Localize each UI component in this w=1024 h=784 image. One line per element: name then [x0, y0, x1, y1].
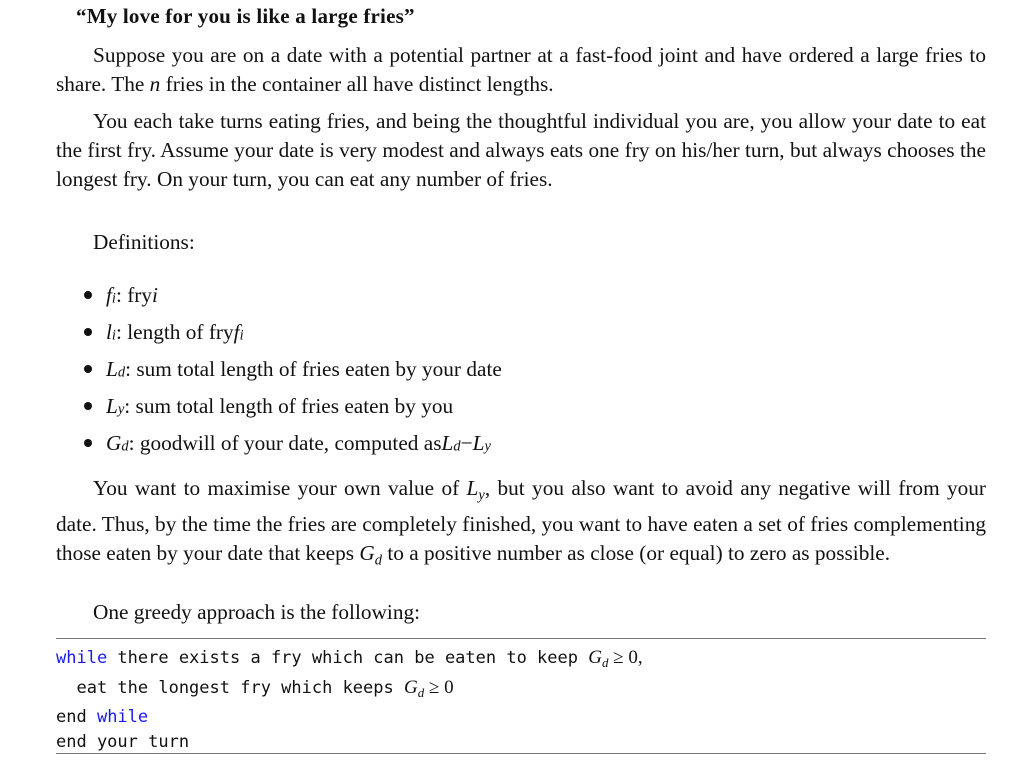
code-line: end while — [56, 706, 149, 727]
bullet-icon — [84, 364, 92, 373]
code-line: end your turn — [56, 731, 190, 752]
paragraph-intro: Suppose you are on a date with a potenti… — [56, 43, 986, 96]
paragraph-rules: You each take turns eating fries, and be… — [56, 109, 986, 191]
section-title: “My love for you is like a large fries” — [76, 4, 415, 28]
paragraph-goal: You want to maximise your own value of L… — [56, 476, 987, 569]
definitions-list: fi: fry i li: length of fry fi Ld: sum t… — [84, 276, 502, 461]
definition-item: Ld: sum total length of fries eaten by y… — [84, 350, 502, 387]
bullet-icon — [84, 290, 92, 299]
code-divider-top — [56, 638, 986, 639]
code-line: eat the longest fry which keeps Gd ≥ 0 — [56, 676, 454, 700]
code-divider-bottom — [56, 753, 986, 754]
paragraph-greedy-intro: One greedy approach is the following: — [93, 600, 421, 624]
definition-item: li: length of fry fi — [84, 313, 502, 350]
bullet-icon — [84, 438, 92, 447]
bullet-icon — [84, 327, 92, 336]
bullet-icon — [84, 401, 92, 410]
definition-item: fi: fry i — [84, 276, 502, 313]
definition-item: Gd: goodwill of your date, computed as L… — [84, 424, 502, 461]
math-n: n — [149, 72, 161, 96]
definitions-label: Definitions: — [93, 230, 195, 254]
pseudocode-block: while there exists a fry which can be ea… — [56, 645, 643, 755]
definition-item: Ly: sum total length of fries eaten by y… — [84, 387, 502, 424]
code-line: while there exists a fry which can be ea… — [56, 647, 643, 670]
